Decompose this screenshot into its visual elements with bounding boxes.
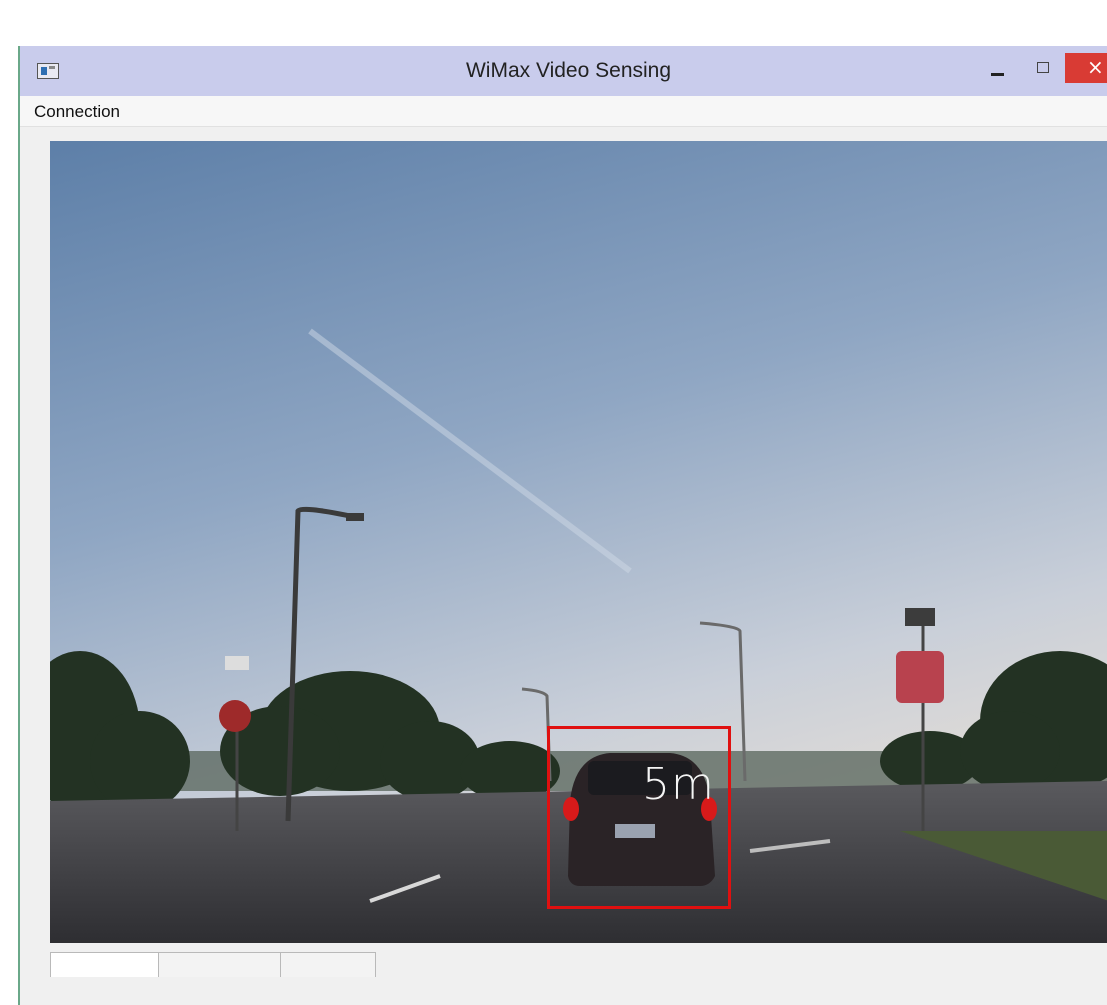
window-title: WiMax Video Sensing [465, 59, 672, 82]
tab-1[interactable] [50, 952, 160, 977]
distance-label: 5m [642, 759, 715, 810]
detection-box: 5m [547, 726, 731, 909]
menu-connection[interactable]: Connection [34, 102, 120, 122]
tab-2[interactable] [158, 952, 282, 977]
close-icon: × [1087, 55, 1104, 79]
lamp-head [346, 513, 364, 521]
title-bar[interactable]: WiMax Video Sensing × [20, 46, 1107, 96]
video-feed: 5m [50, 141, 1107, 943]
app-window: WiMax Video Sensing × Connection 5m [18, 46, 1107, 1005]
close-button[interactable]: × [1065, 53, 1107, 83]
tab-3[interactable] [280, 952, 376, 977]
menu-bar: Connection [20, 96, 1107, 127]
minimize-button[interactable] [980, 56, 1014, 86]
maximize-button[interactable] [1026, 56, 1060, 86]
